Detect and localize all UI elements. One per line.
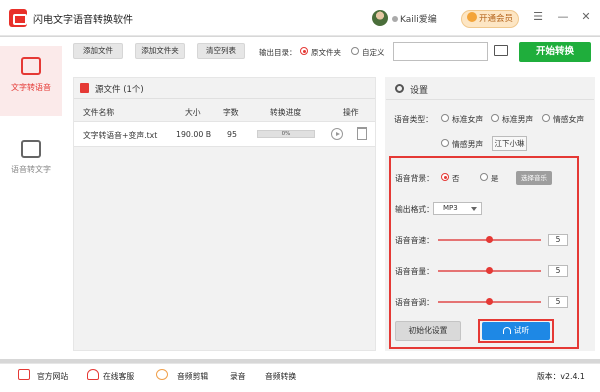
pitch-label: 语音音调： [395, 298, 434, 307]
sidebar-item-speech-to-text[interactable]: 语音转文字 [0, 132, 62, 202]
add-folder-button[interactable]: 添加文件夹 [135, 43, 185, 59]
pitch-value[interactable]: 5 [548, 296, 568, 308]
output-original-label: 原文件夹 [311, 48, 341, 57]
minimize-icon[interactable]: — [557, 11, 569, 23]
voice-radio-standard-female[interactable] [441, 114, 449, 122]
website-icon [18, 369, 30, 380]
avatar[interactable] [372, 10, 388, 26]
divider [386, 99, 594, 100]
clear-list-button[interactable]: 清空列表 [197, 43, 245, 59]
settings-title: 设置 [410, 86, 429, 96]
speed-label: 语音音速： [395, 236, 434, 245]
volume-slider-handle[interactable] [486, 267, 493, 274]
choose-music-button[interactable]: 选择音乐 [516, 171, 552, 185]
audio-edit-link[interactable]: 音频剪辑 [177, 371, 208, 382]
speed-value[interactable]: 5 [548, 234, 568, 246]
close-icon[interactable]: ✕ [580, 11, 592, 23]
file-panel-title: 源文件 (1个) [95, 85, 144, 95]
sidebar-item-label: 文字转语音 [11, 83, 51, 92]
background-no-radio[interactable] [441, 173, 449, 181]
user-name[interactable]: Kaili爱编 [392, 12, 437, 25]
pitch-slider-handle[interactable] [486, 298, 493, 305]
background-yes-radio[interactable] [480, 173, 488, 181]
user-level-icon [392, 16, 398, 22]
vip-button[interactable]: 开通会员 [461, 10, 519, 28]
website-link[interactable]: 官方网站 [37, 371, 68, 382]
audio-convert-link[interactable]: 音频转换 [265, 371, 296, 382]
audio-edit-icon [156, 369, 168, 380]
progress-bar: 0% [257, 130, 315, 138]
background-label: 语音背景： [395, 174, 434, 183]
column-header-chars: 字数 [223, 108, 239, 117]
output-path-input[interactable] [393, 42, 488, 61]
volume-value[interactable]: 5 [548, 265, 568, 277]
gear-icon [395, 84, 404, 93]
column-header-size: 大小 [185, 108, 201, 117]
volume-label: 语音音量： [395, 267, 434, 276]
output-custom-radio[interactable] [351, 47, 359, 55]
listen-button[interactable]: 试听 [482, 322, 550, 340]
format-label: 输出格式： [395, 205, 434, 214]
voice-option-label: 情感女声 [553, 115, 585, 124]
text-to-speech-icon [21, 57, 41, 75]
voice-type-label: 语音类型： [394, 115, 433, 124]
divider [74, 98, 375, 99]
voice-option-label: 标准女声 [452, 115, 484, 124]
voice-radio-emotional-male[interactable] [441, 139, 449, 147]
menu-icon[interactable]: ☰ [532, 11, 544, 23]
service-icon [87, 369, 99, 380]
speed-slider-handle[interactable] [486, 236, 493, 243]
play-icon[interactable] [331, 128, 343, 140]
service-link[interactable]: 在线客服 [103, 371, 134, 382]
record-link[interactable]: 录音 [230, 371, 246, 382]
background-yes-label: 是 [491, 174, 499, 183]
folder-icon[interactable] [494, 45, 508, 56]
voice-radio-standard-male[interactable] [491, 114, 499, 122]
reset-settings-button[interactable]: 初始化设置 [395, 321, 461, 341]
trash-icon[interactable] [357, 127, 367, 140]
column-header-actions: 操作 [343, 108, 359, 117]
crown-icon [466, 12, 477, 22]
file-list-icon [80, 83, 89, 93]
speech-to-text-icon [21, 140, 41, 158]
voice-option-label: 情感男声 [452, 140, 484, 149]
output-dir-label: 输出目录： [259, 48, 297, 57]
file-panel [73, 77, 376, 351]
format-select[interactable]: MP3 [433, 202, 482, 215]
voice-name-badge[interactable]: 江下小琳 [492, 136, 527, 151]
add-file-button[interactable]: 添加文件 [73, 43, 123, 59]
background-no-label: 否 [452, 174, 460, 183]
voice-radio-emotional-female[interactable] [542, 114, 550, 122]
sidebar-item-text-to-speech[interactable]: 文字转语音 [0, 46, 62, 116]
file-size-cell: 190.00 B [176, 130, 212, 139]
column-header-name: 文件名称 [83, 108, 115, 117]
file-chars-cell: 95 [227, 130, 237, 139]
output-custom-label: 自定义 [362, 48, 385, 57]
version-label: 版本：v2.4.1 [537, 372, 585, 381]
sidebar-item-label: 语音转文字 [11, 165, 51, 174]
app-logo-icon [9, 9, 27, 27]
output-original-radio[interactable] [300, 47, 308, 55]
voice-option-label: 标准男声 [502, 115, 534, 124]
column-header-progress: 转换进度 [270, 108, 302, 117]
start-convert-button[interactable]: 开始转换 [519, 42, 591, 62]
file-name-cell: 文字转语音+变声.txt [83, 131, 158, 140]
headphones-icon [502, 327, 511, 334]
app-title: 闪电文字语音转换软件 [33, 15, 133, 26]
